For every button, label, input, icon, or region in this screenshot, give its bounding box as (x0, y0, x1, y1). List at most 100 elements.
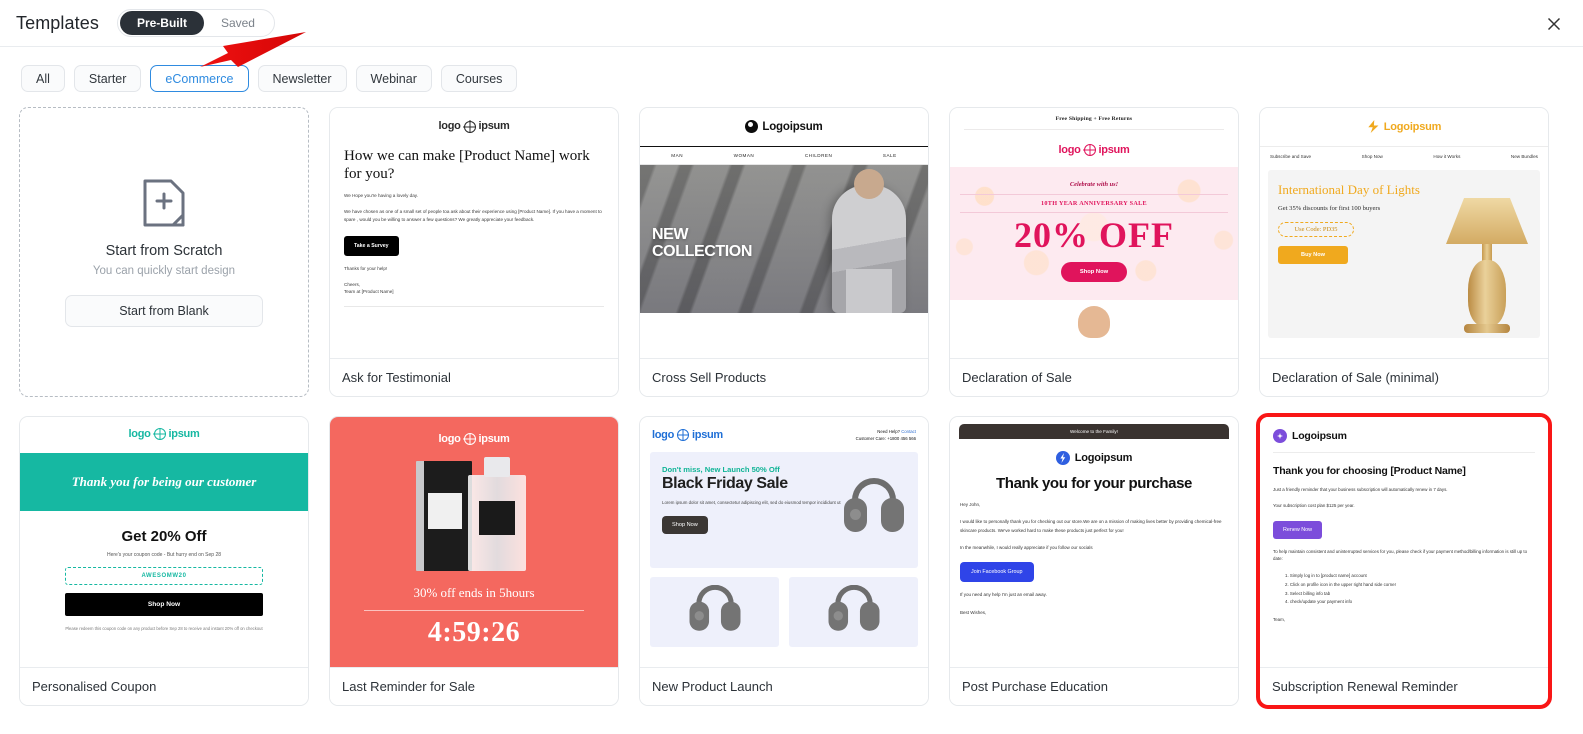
email-para-2: In the meanwhile, I would really appreci… (960, 544, 1093, 550)
template-preview: logo ipsum Thank you for being our custom… (20, 417, 308, 667)
email-cta-button: Take a Survey (344, 235, 399, 256)
template-title: Subscription Renewal Reminder (1260, 667, 1548, 705)
email-para-1: Just a friendly reminder that your busin… (1273, 487, 1448, 492)
template-title: New Product Launch (640, 667, 928, 705)
promo-subheading: Get 35% discounts for first 100 buyers (1278, 205, 1381, 213)
logoipsum-mark: Logoipsum (745, 120, 823, 133)
contact-link[interactable]: Contact (901, 429, 916, 434)
nav-item: SALE (882, 153, 897, 158)
email-nav: MAN WOMAN CHILDREN SALE (640, 146, 928, 165)
template-card-subscription-renewal-reminder[interactable]: Logoipsum Thank you for choosing [Produc… (1256, 413, 1552, 709)
template-title: Last Reminder for Sale (330, 667, 618, 705)
close-icon (1547, 17, 1561, 31)
help-info: Need Help? Contact Customer Care: +1800 … (856, 429, 916, 443)
steps-list: 1. Simply log in to [product name] accou… (1285, 572, 1535, 607)
template-preview: Logoipsum Subscribe and Save Shop Now Ho… (1260, 108, 1548, 358)
email-para-2: We have chosen as one of a small set of … (344, 209, 602, 223)
template-card-post-purchase-education[interactable]: Welcome to the Family! Logoipsum Thank y… (949, 416, 1239, 706)
email-cta-button: Shop Now (1061, 262, 1127, 282)
template-card-cross-sell-products[interactable]: Logoipsum MAN WOMAN CHILDREN SALE NEW CO… (639, 107, 929, 397)
model-photo (950, 300, 1238, 324)
filter-chip-newsletter[interactable]: Newsletter (257, 65, 347, 92)
coupon-code: AWESOMW20 (65, 567, 263, 585)
email-thanks: Thanks for your help! (344, 265, 388, 271)
email-cta-button: Buy Now (1278, 245, 1348, 264)
nav-item: Shop Now (1361, 154, 1383, 159)
filter-chip-starter[interactable]: Starter (73, 65, 142, 92)
template-preview: Logoipsum Thank you for choosing [Produc… (1260, 417, 1548, 667)
template-grid-row-2: logo ipsum Thank you for being our custom… (0, 413, 1583, 709)
template-preview: logo ipsum 30% off ends in 5hours 4:59:26 (330, 417, 618, 667)
email-nav: Subscribe and Save Shop Now How it Works… (1260, 146, 1548, 166)
template-card-last-reminder-for-sale[interactable]: logo ipsum 30% off ends in 5hours 4:59:26… (329, 416, 619, 706)
template-preview: logologo ipsumipsum How we can make [Pro… (330, 108, 618, 358)
promo-code: Use Code: PD35 (1278, 221, 1354, 237)
thank-you-banner: Thank you for being our customer (20, 453, 308, 511)
step-item: 4. check/update your payment info (1285, 599, 1353, 605)
offer-footnote: Please redeem this coupon code on any pr… (65, 626, 263, 631)
hero-panel: Don't miss, New Launch 50% Off Black Fri… (650, 451, 918, 568)
nav-item: CHILDREN (804, 153, 833, 158)
email-para-1: We Hope you're having a lovely day. (344, 193, 418, 199)
email-cta-button: Shop Now (662, 516, 708, 535)
email-heading: Thank you for choosing [Product Name] (1273, 465, 1466, 477)
tab-saved[interactable]: Saved (204, 11, 272, 35)
start-from-blank-button[interactable]: Start from Blank (65, 295, 263, 327)
nav-item: Subscribe and Save (1270, 154, 1312, 159)
hero-line-2: COLLECTION (652, 243, 752, 261)
template-card-declaration-of-sale[interactable]: Free Shipping + Free Returns logo ipsum C… (949, 107, 1239, 397)
promo-banner: Celebrate with us! 10TH YEAR ANNIVERSARY… (950, 167, 1238, 300)
product-tile (650, 576, 779, 647)
step-item: 2. Click on profile icon in the upper ri… (1285, 581, 1397, 587)
template-preview: logo ipsum Need Help? Contact Customer Ca… (640, 417, 928, 667)
hero-line-1: NEW (652, 226, 689, 244)
template-card-ask-for-testimonial[interactable]: logologo ipsumipsum How we can make [Pro… (329, 107, 619, 397)
filter-chip-ecommerce[interactable]: eCommerce (150, 65, 249, 92)
tab-pre-built[interactable]: Pre-Built (119, 11, 204, 35)
email-signoff: Team, (1273, 617, 1285, 623)
email-para-1: I would like to personally thank you for… (960, 519, 1222, 533)
template-card-declaration-of-sale-minimal[interactable]: Logoipsum Subscribe and Save Shop Now Ho… (1259, 107, 1549, 397)
email-heading: How we can make [Product Name] work for … (344, 148, 590, 182)
email-cta-button: Renew Now (1273, 520, 1323, 539)
sale-subheading: 30% off ends in 5hours (413, 585, 535, 600)
template-title: Ask for Testimonial (330, 358, 618, 396)
perfume-product-image (330, 453, 618, 575)
product-tile (789, 576, 918, 647)
template-title: Cross Sell Products (640, 358, 928, 396)
countdown-timer: 4:59:26 (427, 617, 521, 648)
filter-chip-courses[interactable]: Courses (440, 65, 518, 92)
promo-panel: International Day of Lights Get 35% disc… (1268, 170, 1540, 338)
nav-item: How it Works (1433, 154, 1461, 159)
template-preview: Free Shipping + Free Returns logo ipsum C… (950, 108, 1238, 358)
nav-item: WOMAN (733, 153, 755, 158)
hero-text: NEW COLLECTION (652, 226, 752, 261)
template-card-personalised-coupon[interactable]: logo ipsum Thank you for being our custom… (19, 416, 309, 706)
start-from-scratch-card[interactable]: Start from Scratch You can quickly start… (19, 107, 309, 397)
discount-text: 20% OFF (1014, 215, 1174, 255)
shipping-bar: Free Shipping + Free Returns (1055, 116, 1133, 122)
template-preview: Logoipsum MAN WOMAN CHILDREN SALE NEW CO… (640, 108, 928, 358)
celebrate-text: Celebrate with us! (1069, 181, 1119, 188)
model-figure (832, 169, 906, 313)
email-signoff: Best Wishes, (960, 609, 987, 615)
filter-chip-webinar[interactable]: Webinar (355, 65, 432, 92)
template-title: Post Purchase Education (950, 667, 1238, 705)
category-filter-bar: All Starter eCommerce Newsletter Webinar… (0, 47, 1583, 107)
email-para-2: Your subscription cost plan $125 per yea… (1273, 503, 1355, 509)
step-item: 3. Select billing info tab (1285, 590, 1331, 596)
template-card-new-product-launch[interactable]: logo ipsum Need Help? Contact Customer Ca… (639, 416, 929, 706)
email-para-3: If you need any help I'm just an email a… (960, 592, 1047, 598)
logo-ipsum-mark: logo ipsum (652, 429, 723, 441)
filter-chip-all[interactable]: All (21, 65, 65, 92)
template-title: Declaration of Sale (minimal) (1260, 358, 1548, 396)
hero-image: NEW COLLECTION (640, 165, 928, 313)
offer-heading: Get 20% Off (121, 528, 207, 545)
email-signoff-1: Cheers, (344, 281, 361, 287)
divider (364, 610, 584, 611)
hero-heading: Black Friday Sale (662, 474, 788, 492)
email-signoff-2: Team at [Product Name] (344, 289, 394, 295)
email-cta-button: Join Facebook Group (960, 562, 1034, 583)
close-button[interactable] (1539, 9, 1569, 39)
prebuilt-saved-toggle[interactable]: Pre-Built Saved (116, 9, 275, 37)
